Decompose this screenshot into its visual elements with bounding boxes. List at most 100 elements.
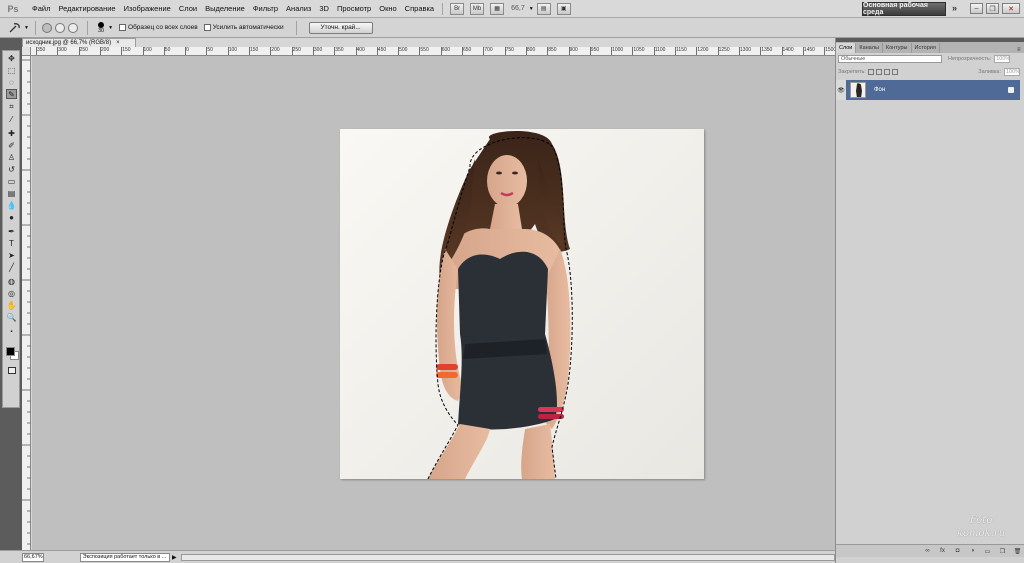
- menu-view[interactable]: Просмотр: [333, 0, 375, 18]
- shape-tool-icon[interactable]: ╱: [6, 262, 17, 272]
- auto-enhance-checkbox[interactable]: Усилить автоматически: [203, 24, 284, 31]
- lock-pixels-icon[interactable]: [875, 68, 882, 75]
- arrange-documents-button[interactable]: ▤: [536, 2, 551, 15]
- panel-menu-icon[interactable]: ≡: [1017, 47, 1024, 53]
- ruler-label: 300: [58, 47, 67, 53]
- ruler-origin[interactable]: [22, 47, 31, 56]
- healing-brush-tool-icon[interactable]: ✚: [6, 128, 17, 138]
- subtract-from-selection-mode[interactable]: [67, 22, 78, 33]
- tab-paths[interactable]: Контуры: [883, 43, 912, 53]
- ruler-label: 1250: [718, 47, 730, 53]
- blur-tool-icon[interactable]: 💧: [6, 200, 17, 210]
- lock-position-icon[interactable]: [883, 68, 890, 75]
- zoom-level[interactable]: 66,7: [511, 5, 525, 12]
- lock-all-icon[interactable]: [891, 68, 898, 75]
- brush-tool-icon[interactable]: ✐: [6, 140, 17, 150]
- layer-name[interactable]: Фон: [874, 87, 885, 93]
- fill-input[interactable]: 100%: [1004, 67, 1020, 76]
- marquee-tool-icon[interactable]: ⬚: [6, 65, 17, 75]
- lasso-tool-icon[interactable]: ◌: [6, 77, 17, 87]
- checkbox-box[interactable]: [119, 24, 127, 31]
- eye-icon[interactable]: 👁: [836, 80, 846, 100]
- 3d-rotate-tool-icon[interactable]: ◍: [6, 276, 17, 286]
- tab-layers[interactable]: Слои: [836, 43, 857, 53]
- screen-mode-button[interactable]: ▣: [556, 2, 571, 15]
- lock-transparency-icon[interactable]: [867, 68, 874, 75]
- menu-layers[interactable]: Слои: [175, 0, 201, 18]
- close-button[interactable]: ✕: [1002, 3, 1020, 14]
- sample-all-layers-checkbox[interactable]: Образец со всех слоев: [119, 24, 198, 31]
- menu-select[interactable]: Выделение: [201, 0, 249, 18]
- close-icon[interactable]: ×: [116, 40, 120, 46]
- double-chevron-icon[interactable]: »: [952, 3, 957, 13]
- layer-thumbnail[interactable]: [850, 82, 866, 98]
- horizontal-ruler[interactable]: 350 300 250 200 150 100 50 0 50 100 150 200 250 300 35…: [22, 47, 835, 56]
- ruler-label: 100: [228, 47, 238, 53]
- menu-window[interactable]: Окно: [375, 0, 400, 18]
- tab-channels[interactable]: Каналы: [856, 43, 883, 53]
- path-selection-tool-icon[interactable]: ➤: [6, 250, 17, 260]
- brush-picker[interactable]: 30: [98, 21, 104, 34]
- clone-stamp-tool-icon[interactable]: ♙: [6, 152, 17, 162]
- chevron-down-icon[interactable]: ▼: [529, 6, 534, 12]
- view-extras-button[interactable]: ▦: [490, 2, 505, 15]
- menu-filter[interactable]: Фильтр: [249, 0, 282, 18]
- options-bar: ▼ 30 ▼ Образец со всех слоев Усилить авт…: [0, 18, 1024, 38]
- tool-preset-picker[interactable]: [6, 21, 24, 35]
- pen-tool-icon[interactable]: ✒: [6, 226, 17, 236]
- move-tool-icon[interactable]: ✥: [6, 53, 17, 63]
- restore-button[interactable]: ❐: [986, 3, 999, 14]
- add-to-selection-mode[interactable]: [54, 22, 65, 33]
- document-tab[interactable]: исходник.jpg @ 66,7% (RGB/8) ×: [22, 38, 136, 47]
- crop-tool-icon[interactable]: ⌗: [6, 102, 17, 112]
- vertical-ruler[interactable]: [22, 56, 31, 550]
- gradient-tool-icon[interactable]: ▤: [6, 188, 17, 198]
- default-colors-icon[interactable]: ▪: [6, 327, 17, 337]
- eyedropper-tool-icon[interactable]: ⁄: [6, 114, 17, 124]
- ruler-label: 700: [484, 47, 493, 53]
- mini-bridge-icon: Mb: [472, 5, 482, 12]
- document-image[interactable]: [340, 129, 704, 479]
- mini-bridge-button[interactable]: Mb: [470, 2, 485, 15]
- ruler-label: 200: [271, 47, 280, 53]
- checkbox-box[interactable]: [203, 24, 211, 31]
- play-arrow-icon[interactable]: ▶: [172, 554, 177, 561]
- history-brush-tool-icon[interactable]: ↺: [6, 164, 17, 174]
- ruler-label: 1000: [612, 47, 624, 53]
- eraser-tool-icon[interactable]: ▭: [6, 176, 17, 186]
- quick-mask-icon[interactable]: [8, 367, 16, 374]
- menu-edit[interactable]: Редактирование: [54, 0, 119, 18]
- type-tool-icon[interactable]: T: [6, 238, 17, 248]
- ruler-label: 0: [186, 47, 189, 53]
- minimize-button[interactable]: –: [970, 3, 983, 14]
- menu-help[interactable]: Справка: [401, 0, 438, 18]
- chevron-down-icon[interactable]: ▼: [108, 25, 113, 31]
- new-selection-mode[interactable]: [41, 22, 52, 33]
- blend-mode-select[interactable]: Обычные: [838, 55, 942, 63]
- horizontal-scrollbar[interactable]: [180, 553, 835, 561]
- hand-tool-icon[interactable]: ✋: [6, 300, 17, 310]
- zoom-field[interactable]: 66,67%: [22, 552, 44, 562]
- quick-selection-tool-icon[interactable]: ✎: [6, 89, 17, 99]
- menu-analysis[interactable]: Анализ: [282, 0, 315, 18]
- 3d-orbit-tool-icon[interactable]: ◎: [6, 288, 17, 298]
- menu-file[interactable]: Файл: [28, 0, 54, 18]
- opacity-input[interactable]: 100%: [994, 55, 1010, 63]
- menu-3d[interactable]: 3D: [315, 0, 333, 18]
- ruler-label: 950: [590, 47, 600, 53]
- options-separator: [34, 20, 36, 35]
- refine-edge-button[interactable]: Уточн. край...: [308, 21, 373, 34]
- menu-image[interactable]: Изображение: [120, 0, 175, 18]
- dodge-tool-icon[interactable]: ●: [6, 212, 17, 222]
- chevron-down-icon[interactable]: ▼: [24, 25, 29, 31]
- tab-history[interactable]: История: [912, 43, 940, 53]
- status-info[interactable]: Экспозиция работает только в ...: [79, 552, 170, 562]
- zoom-tool-icon[interactable]: 🔍: [6, 312, 17, 322]
- layer-row[interactable]: 👁 Фон: [836, 80, 1020, 100]
- workspace-switcher[interactable]: Основная рабочая среда: [862, 2, 946, 16]
- ruler-label: 150: [122, 47, 131, 53]
- foreground-color-swatch[interactable]: [6, 347, 15, 356]
- fill-label: Заливка:: [978, 68, 1001, 75]
- link-layers-icon[interactable]: ∞: [923, 547, 932, 555]
- bridge-button[interactable]: Br: [450, 2, 465, 15]
